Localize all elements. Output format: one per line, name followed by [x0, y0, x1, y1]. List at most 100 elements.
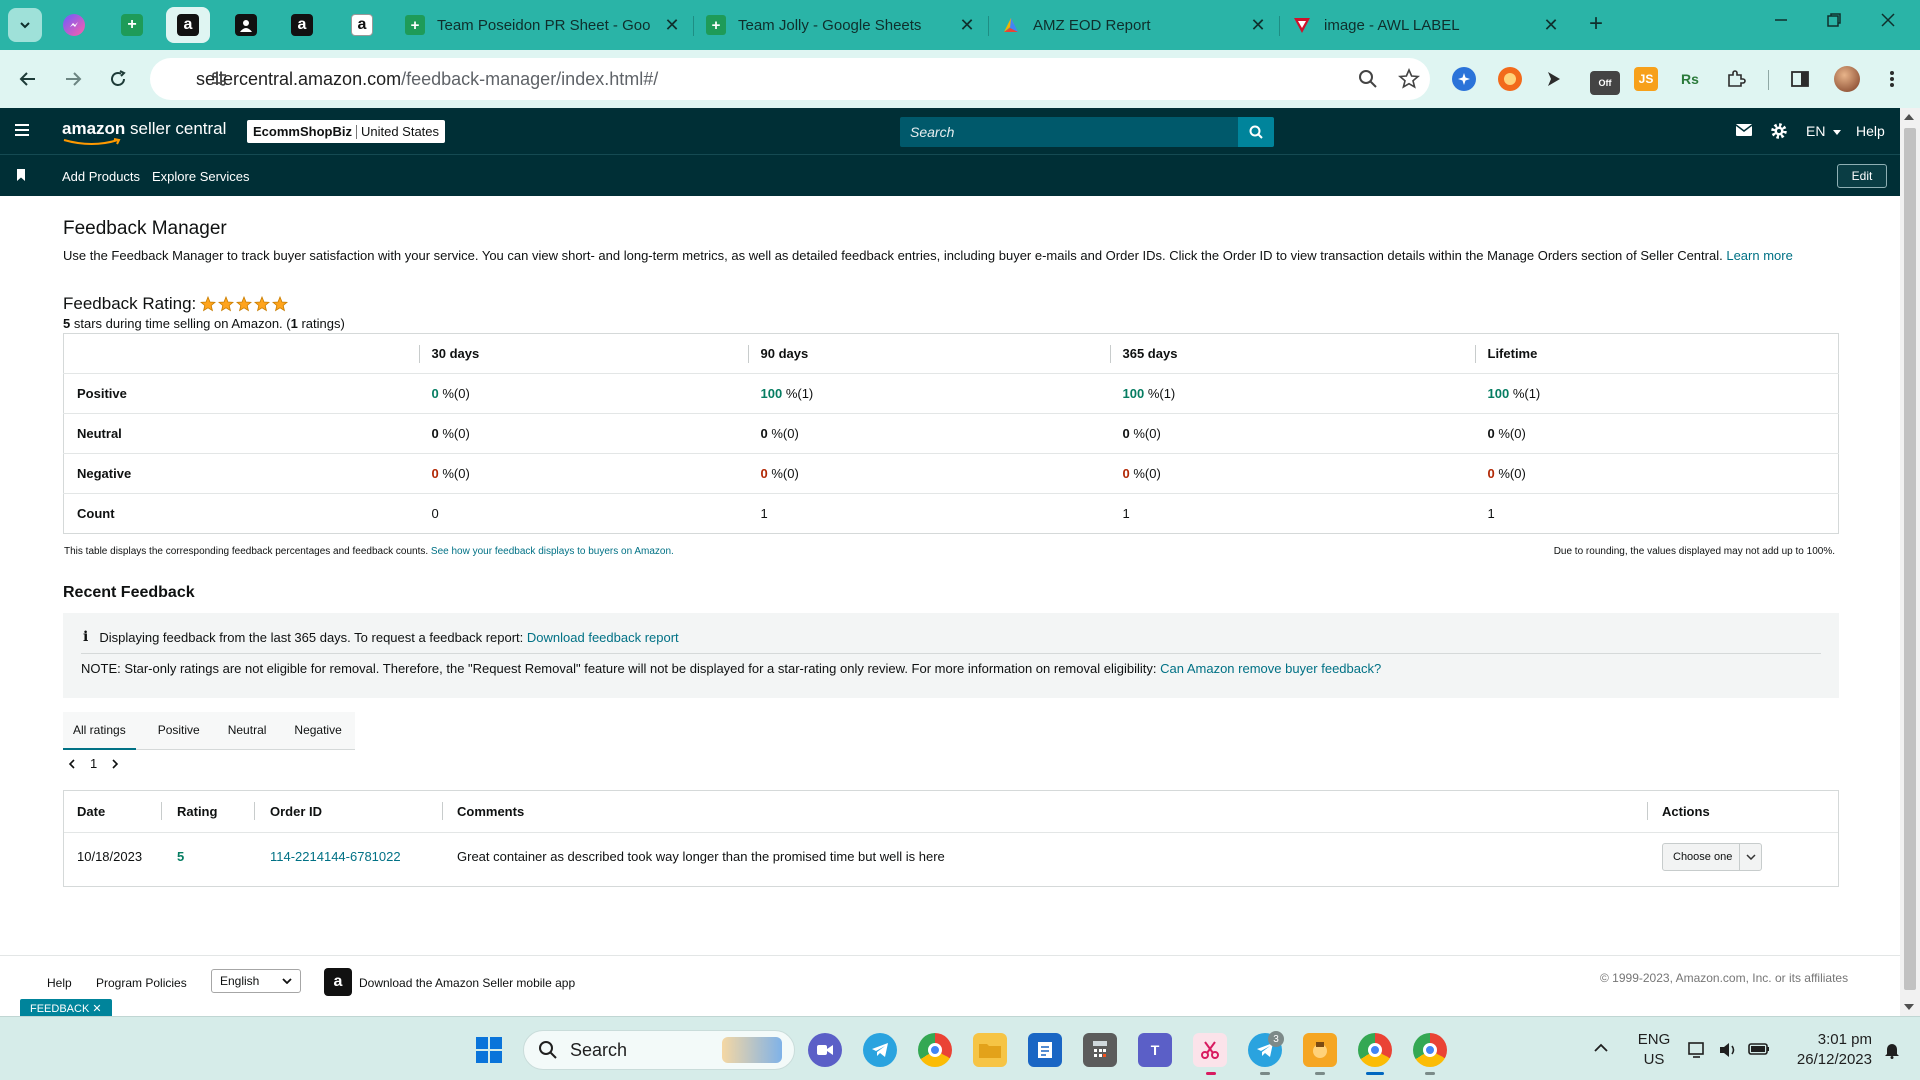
notification-bell-icon[interactable] [1884, 1041, 1900, 1059]
learn-more-link[interactable]: Learn more [1726, 248, 1792, 263]
tab-neutral[interactable]: Neutral [210, 712, 277, 750]
scroll-up-icon[interactable] [1904, 114, 1914, 120]
remove-feedback-link[interactable]: Can Amazon remove buyer feedback? [1160, 661, 1381, 676]
seller-central-logo[interactable]: amazon seller central [62, 119, 226, 145]
extension-rs-icon[interactable]: Rs [1678, 67, 1702, 91]
window-close-icon[interactable] [1880, 12, 1896, 28]
close-icon[interactable]: ✕ [958, 15, 976, 36]
chevron-right-icon[interactable] [111, 758, 119, 769]
chrome-app-icon[interactable] [918, 1033, 952, 1067]
tab-awl-label[interactable]: image - AWL LABEL ✕ [1280, 7, 1572, 43]
page-scrollbar[interactable] [1900, 108, 1920, 1016]
subnav-add-products[interactable]: Add Products [62, 169, 140, 184]
tab-search-button[interactable] [8, 8, 42, 42]
address-bar[interactable]: sellercentral.amazon.com/feedback-manage… [150, 58, 1430, 100]
tab-team-poseidon[interactable]: + Team Poseidon PR Sheet - Goo ✕ [393, 7, 693, 43]
zoom-icon[interactable] [1358, 69, 1378, 89]
telegram-app-icon[interactable] [863, 1033, 897, 1067]
help-link[interactable]: Help [1856, 123, 1885, 139]
snipping-tool-icon[interactable] [1193, 1033, 1227, 1067]
extension-cursor-icon[interactable] [1542, 67, 1566, 91]
extension-off-icon[interactable]: Off [1590, 71, 1620, 95]
extension-globe-icon[interactable] [1452, 67, 1476, 91]
restore-icon[interactable] [1826, 12, 1842, 28]
tab-negative[interactable]: Negative [276, 712, 351, 750]
footer-help-link[interactable]: Help [47, 976, 72, 990]
tab-team-jolly[interactable]: + Team Jolly - Google Sheets ✕ [694, 7, 988, 43]
seller-search-input[interactable]: Search [900, 117, 1238, 147]
extension-circle-icon[interactable] [1498, 67, 1522, 91]
close-icon[interactable]: ✕ [663, 15, 681, 36]
copyright-text: © 1999-2023, Amazon.com, Inc. or its aff… [1600, 971, 1849, 985]
calculator-app-icon[interactable] [1083, 1033, 1117, 1067]
subnav-explore-services[interactable]: Explore Services [152, 169, 250, 184]
forward-button[interactable] [59, 65, 87, 93]
reload-button[interactable] [104, 65, 132, 93]
close-icon[interactable]: ✕ [1542, 15, 1560, 36]
pinned-tab-messenger[interactable] [52, 7, 96, 43]
messages-button[interactable] [1736, 124, 1752, 136]
side-panel-icon[interactable] [1788, 67, 1812, 91]
menu-button[interactable] [14, 122, 30, 138]
footer-language-select[interactable]: English [211, 969, 301, 993]
input-language-top[interactable]: ENG [1634, 1031, 1674, 1048]
clock-date[interactable]: 26/12/2023 [1772, 1051, 1872, 1068]
scrollbar-thumb[interactable] [1904, 128, 1916, 990]
minimize-icon[interactable] [1773, 12, 1789, 28]
pinned-tab-amazon-3[interactable]: a [340, 7, 384, 43]
bookmarks-button[interactable] [16, 169, 26, 181]
windows-start-button[interactable] [472, 1033, 506, 1067]
edit-bookmarks-button[interactable]: Edit [1837, 164, 1887, 188]
volume-icon[interactable] [1718, 1041, 1738, 1059]
info-text: Displaying feedback from the last 365 da… [99, 629, 524, 645]
footer-program-policies-link[interactable]: Program Policies [96, 976, 187, 990]
extensions-puzzle-icon[interactable] [1724, 67, 1748, 91]
chrome-profile-1-icon[interactable] [1358, 1033, 1392, 1067]
action-dropdown[interactable]: Choose one [1662, 843, 1762, 871]
settings-button[interactable] [1770, 122, 1788, 140]
more-menu-icon[interactable] [1880, 67, 1904, 91]
bookmark-star-icon[interactable] [1398, 68, 1420, 90]
new-tab-button[interactable]: + [1589, 10, 1603, 38]
network-icon[interactable] [1688, 1041, 1708, 1059]
metrics-count: 0 [418, 493, 748, 534]
download-app-link[interactable]: Download the Amazon Seller mobile app [359, 976, 575, 990]
order-id-link[interactable]: 114-2214144-6781022 [270, 849, 401, 864]
seller-search-button[interactable] [1238, 117, 1274, 147]
extension-js-icon[interactable]: JS [1634, 67, 1658, 91]
site-settings-icon[interactable] [210, 70, 228, 88]
reload-icon [111, 70, 126, 86]
metrics-header-cell: Lifetime [1474, 334, 1839, 374]
sticky-app-icon[interactable] [1303, 1033, 1337, 1067]
meet-app-icon[interactable] [808, 1033, 842, 1067]
tray-overflow-icon[interactable] [1594, 1043, 1608, 1053]
see-feedback-display-link[interactable]: See how your feedback displays to buyers… [431, 546, 674, 557]
download-feedback-report-link[interactable]: Download feedback report [527, 630, 679, 645]
tab-all-ratings[interactable]: All ratings [63, 712, 136, 750]
taskbar-search[interactable]: Search [523, 1030, 795, 1070]
pinned-tab-amazon-2[interactable]: a [280, 7, 324, 43]
back-button[interactable] [14, 65, 42, 93]
current-page[interactable]: 1 [90, 756, 97, 771]
pinned-tab-profile[interactable] [224, 7, 268, 43]
close-icon[interactable]: ✕ [1249, 15, 1267, 36]
file-explorer-icon[interactable] [973, 1033, 1007, 1067]
clock-time[interactable]: 3:01 pm [1782, 1031, 1872, 1048]
metrics-cell: 0 %(0) [418, 453, 748, 494]
amazon-app-icon[interactable]: a [324, 968, 352, 996]
teams-app-icon[interactable]: T [1138, 1033, 1172, 1067]
profile-avatar[interactable] [1834, 66, 1860, 92]
pinned-tab-sheets[interactable]: + [110, 7, 154, 43]
store-switcher[interactable]: EcommShopBiz United States [247, 120, 446, 143]
chevron-left-icon[interactable] [68, 758, 76, 769]
input-language-bottom[interactable]: US [1634, 1051, 1674, 1068]
tab-amz-eod-report[interactable]: AMZ EOD Report ✕ [989, 7, 1279, 43]
battery-icon[interactable] [1748, 1043, 1770, 1055]
pinned-tab-amazon-active[interactable]: a [166, 7, 210, 43]
notepad-app-icon[interactable] [1028, 1033, 1062, 1067]
chrome-profile-2-icon[interactable] [1413, 1033, 1447, 1067]
search-highlight-image [722, 1037, 782, 1063]
tab-positive[interactable]: Positive [136, 712, 210, 750]
language-selector[interactable]: EN [1806, 123, 1842, 139]
scroll-down-icon[interactable] [1904, 1004, 1914, 1010]
